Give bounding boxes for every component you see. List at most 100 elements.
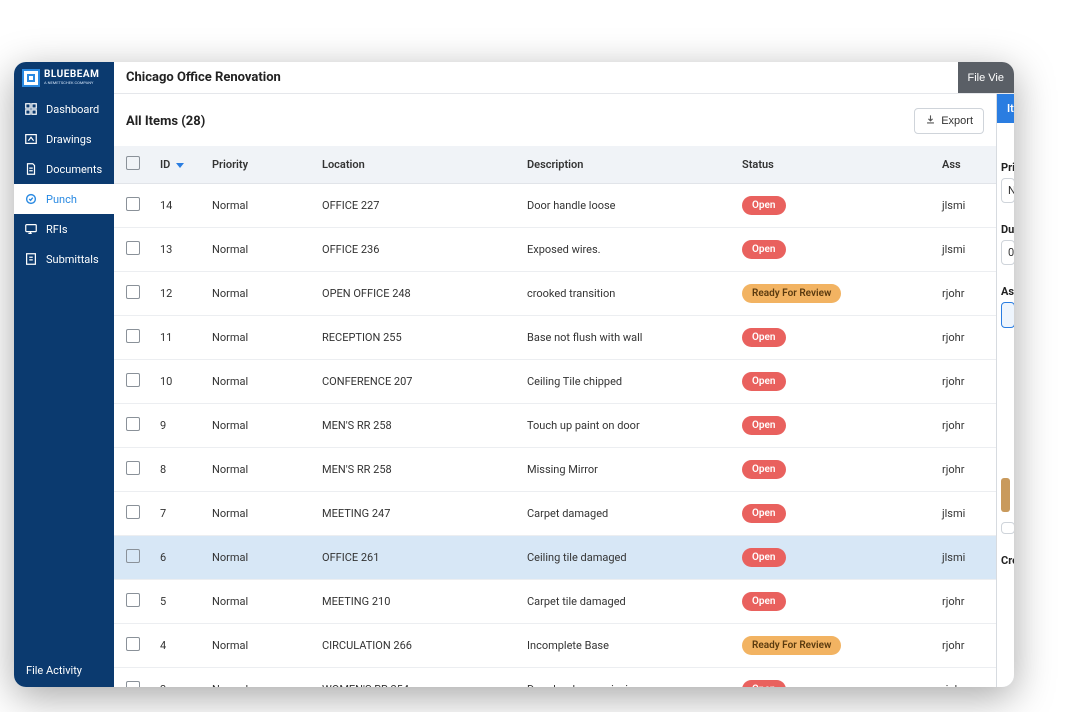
row-checkbox[interactable]: [126, 593, 140, 607]
cell-location: OFFICE 227: [314, 184, 519, 228]
cell-assignee: rjohr: [934, 404, 996, 448]
cell-id: 8: [152, 448, 204, 492]
row-checkbox[interactable]: [126, 681, 140, 687]
sidebar-item-drawings[interactable]: Drawings: [14, 124, 114, 154]
row-checkbox[interactable]: [126, 241, 140, 255]
cell-assignee: rjohr: [934, 668, 996, 688]
cell-id: 14: [152, 184, 204, 228]
row-checkbox[interactable]: [126, 373, 140, 387]
row-checkbox[interactable]: [126, 329, 140, 343]
cell-id: 4: [152, 624, 204, 668]
cell-assignee: jlsmi: [934, 492, 996, 536]
app-window: BLUEBEAM A NEMETSCHEK COMPANY Chicago Of…: [14, 62, 1014, 687]
sidebar-item-label: RFIs: [46, 223, 68, 236]
cell-description: crooked transition: [519, 272, 734, 316]
cell-assignee: rjohr: [934, 360, 996, 404]
cell-location: MEN'S RR 258: [314, 448, 519, 492]
detail-created-label: Crea: [1001, 554, 1010, 567]
cell-priority: Normal: [204, 448, 314, 492]
submittals-icon: [24, 252, 38, 266]
cell-status: Open: [734, 492, 934, 536]
sidebar-item-label: Dashboard: [46, 103, 99, 116]
cell-status: Open: [734, 360, 934, 404]
sidebar-item-dashboard[interactable]: Dashboard: [14, 94, 114, 124]
detail-priority-field[interactable]: No: [1001, 178, 1014, 203]
row-checkbox[interactable]: [126, 417, 140, 431]
table-row[interactable]: 13NormalOFFICE 236Exposed wires.Openjlsm…: [114, 228, 996, 272]
table-row[interactable]: 12NormalOPEN OFFICE 248crooked transitio…: [114, 272, 996, 316]
row-checkbox[interactable]: [126, 197, 140, 211]
cell-description: Carpet damaged: [519, 492, 734, 536]
detail-action-bar[interactable]: [1001, 478, 1010, 512]
cell-description: Exposed wires.: [519, 228, 734, 272]
table-row[interactable]: 9NormalMEN'S RR 258Touch up paint on doo…: [114, 404, 996, 448]
table-row[interactable]: 11NormalRECEPTION 255Base not flush with…: [114, 316, 996, 360]
table-row[interactable]: 10NormalCONFERENCE 207Ceiling Tile chipp…: [114, 360, 996, 404]
cell-description: Ceiling tile damaged: [519, 536, 734, 580]
rfis-icon: [24, 222, 38, 236]
col-header-location[interactable]: Location: [314, 146, 519, 184]
status-badge: Open: [742, 416, 786, 435]
status-badge: Open: [742, 240, 786, 259]
detail-due-field[interactable]: 0: [1001, 240, 1014, 265]
cell-priority: Normal: [204, 316, 314, 360]
status-badge: Open: [742, 592, 786, 611]
cell-assignee: rjohr: [934, 316, 996, 360]
table-row[interactable]: 6NormalOFFICE 261Ceiling tile damagedOpe…: [114, 536, 996, 580]
col-header-checkbox[interactable]: [114, 146, 152, 184]
cell-id: 9: [152, 404, 204, 448]
status-badge: Open: [742, 504, 786, 523]
cell-description: Incomplete Base: [519, 624, 734, 668]
sidebar-item-punch[interactable]: Punch: [14, 184, 114, 214]
col-header-description[interactable]: Description: [519, 146, 734, 184]
row-checkbox[interactable]: [126, 505, 140, 519]
punch-icon: [24, 192, 38, 206]
export-button[interactable]: Export: [914, 108, 984, 134]
cell-priority: Normal: [204, 272, 314, 316]
sidebar-item-submittals[interactable]: Submittals: [14, 244, 114, 274]
cell-location: CONFERENCE 207: [314, 360, 519, 404]
topbar: BLUEBEAM A NEMETSCHEK COMPANY Chicago Of…: [14, 62, 1014, 94]
sidebar-item-documents[interactable]: Documents: [14, 154, 114, 184]
table-row[interactable]: 14NormalOFFICE 227Door handle looseOpenj…: [114, 184, 996, 228]
cell-description: Door hardware missing.: [519, 668, 734, 688]
table-row[interactable]: 7NormalMEETING 247Carpet damagedOpenjlsm…: [114, 492, 996, 536]
status-badge: Open: [742, 196, 786, 215]
table-row[interactable]: 3NormalWOMEN'S RR 254Door hardware missi…: [114, 668, 996, 688]
row-checkbox[interactable]: [126, 549, 140, 563]
table-row[interactable]: 8NormalMEN'S RR 258Missing MirrorOpenrjo…: [114, 448, 996, 492]
cell-priority: Normal: [204, 184, 314, 228]
table-row[interactable]: 5NormalMEETING 210Carpet tile damagedOpe…: [114, 580, 996, 624]
row-checkbox[interactable]: [126, 285, 140, 299]
sort-desc-icon: [176, 163, 184, 168]
cell-status: Open: [734, 668, 934, 688]
cell-status: Open: [734, 404, 934, 448]
cell-priority: Normal: [204, 228, 314, 272]
main-content: All Items (28) Export: [114, 94, 996, 687]
col-header-id[interactable]: ID: [152, 146, 204, 184]
col-header-status[interactable]: Status: [734, 146, 934, 184]
detail-tab-items[interactable]: Item: [997, 94, 1014, 123]
detail-extra-field[interactable]: [1001, 522, 1014, 534]
col-header-priority[interactable]: Priority: [204, 146, 314, 184]
sidebar-item-label: Documents: [46, 163, 102, 176]
brand-logo-icon: [22, 69, 40, 87]
row-checkbox[interactable]: [126, 637, 140, 651]
file-activity-link[interactable]: File Activity: [14, 654, 114, 687]
row-checkbox[interactable]: [126, 461, 140, 475]
status-badge: Ready For Review: [742, 636, 841, 655]
brand-logo[interactable]: BLUEBEAM A NEMETSCHEK COMPANY: [14, 62, 114, 94]
table-row[interactable]: 4NormalCIRCULATION 266Incomplete BaseRea…: [114, 624, 996, 668]
cell-status: Ready For Review: [734, 272, 934, 316]
sidebar-item-label: Submittals: [46, 253, 99, 266]
status-badge: Open: [742, 460, 786, 479]
cell-assignee: rjohr: [934, 272, 996, 316]
sidebar-item-rfis[interactable]: RFIs: [14, 214, 114, 244]
file-view-button[interactable]: File Vie: [958, 62, 1014, 93]
select-all-checkbox[interactable]: [126, 156, 140, 170]
col-header-assignee[interactable]: Ass: [934, 146, 996, 184]
cell-status: Open: [734, 316, 934, 360]
cell-id: 6: [152, 536, 204, 580]
detail-assignee-field[interactable]: [1001, 302, 1014, 328]
status-badge: Open: [742, 372, 786, 391]
